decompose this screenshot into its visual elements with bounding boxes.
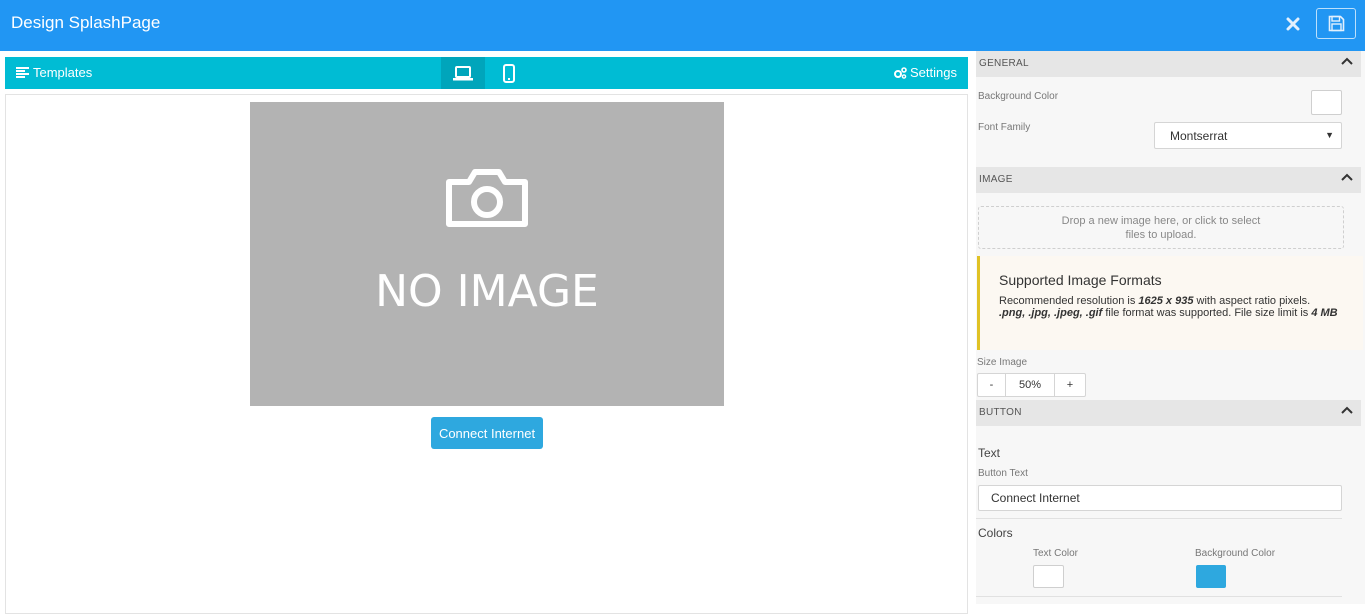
chevron-up-icon[interactable] xyxy=(1341,173,1353,181)
button-section-header[interactable]: BUTTON xyxy=(976,400,1361,426)
caret-down-icon: ▼ xyxy=(1325,130,1334,140)
font-family-select[interactable]: Montserrat ▼ xyxy=(1154,122,1342,149)
info-text: Recommended resolution is 1625 x 935 wit… xyxy=(999,295,1338,319)
button-text-input[interactable] xyxy=(978,485,1342,511)
image-placeholder[interactable]: NO IMAGE xyxy=(250,102,724,406)
general-heading: GENERAL xyxy=(979,58,1029,69)
background-color-label: Background Color xyxy=(978,91,1059,102)
templates-label: Templates xyxy=(33,65,93,80)
editor-toolbar: Templates Settings xyxy=(5,57,968,89)
size-value: 50% xyxy=(1018,379,1042,391)
text-color-label: Text Color xyxy=(1033,548,1079,559)
background-color-swatch[interactable] xyxy=(1311,90,1342,115)
camera-icon xyxy=(446,169,528,227)
general-section-header[interactable]: GENERAL xyxy=(976,51,1361,77)
gears-icon xyxy=(894,66,907,79)
close-icon xyxy=(1286,17,1300,31)
templates-button[interactable]: Templates xyxy=(16,65,92,80)
floppy-disk-icon xyxy=(1328,15,1344,32)
info-title: Supported Image Formats xyxy=(999,272,1162,288)
font-family-label: Font Family xyxy=(978,122,1031,133)
dropzone-text-line2: files to upload. xyxy=(1125,229,1197,241)
button-bg-color-swatch[interactable] xyxy=(1196,565,1226,588)
button-text-label: Button Text xyxy=(978,468,1028,479)
laptop-icon xyxy=(453,65,473,80)
image-heading: IMAGE xyxy=(979,174,1013,185)
save-button[interactable] xyxy=(1316,8,1356,39)
mobile-phone-icon xyxy=(503,63,515,83)
button-bg-color-label: Background Color xyxy=(1195,548,1276,559)
desktop-view-button[interactable] xyxy=(441,57,485,89)
image-dropzone[interactable]: Drop a new image here, or click to selec… xyxy=(978,206,1344,249)
divider xyxy=(976,596,1342,597)
size-image-stepper: - 50% + xyxy=(977,373,1086,397)
font-family-value: Montserrat xyxy=(1170,129,1228,143)
chevron-up-icon[interactable] xyxy=(1341,406,1353,414)
splash-preview-canvas: NO IMAGE Connect Internet xyxy=(5,94,968,614)
close-button[interactable] xyxy=(1281,12,1305,36)
size-image-label: Size Image xyxy=(977,357,1028,368)
dropzone-text-line1: Drop a new image here, or click to selec… xyxy=(1061,215,1261,227)
size-increase-button[interactable]: + xyxy=(1054,374,1085,396)
size-decrease-button[interactable]: - xyxy=(978,374,1006,396)
settings-label: Settings xyxy=(910,65,957,80)
text-section-title: Text xyxy=(978,446,1001,460)
list-icon xyxy=(16,67,29,78)
mobile-view-button[interactable] xyxy=(487,57,531,89)
image-format-info: Supported Image Formats Recommended reso… xyxy=(977,256,1363,350)
divider xyxy=(976,518,1342,519)
app-title: Design SplashPage xyxy=(11,13,161,32)
connect-internet-button[interactable]: Connect Internet xyxy=(431,417,543,449)
text-color-swatch[interactable] xyxy=(1033,565,1064,588)
image-section-header[interactable]: IMAGE xyxy=(976,167,1361,193)
chevron-up-icon[interactable] xyxy=(1341,57,1353,65)
no-image-text: NO IMAGE xyxy=(375,266,599,317)
colors-section-title: Colors xyxy=(978,526,1013,540)
app-header: Design SplashPage xyxy=(0,0,1365,51)
settings-button[interactable]: Settings xyxy=(894,65,957,80)
button-heading: BUTTON xyxy=(979,407,1022,418)
properties-panel: GENERAL Background Color Font Family Mon… xyxy=(976,51,1365,604)
